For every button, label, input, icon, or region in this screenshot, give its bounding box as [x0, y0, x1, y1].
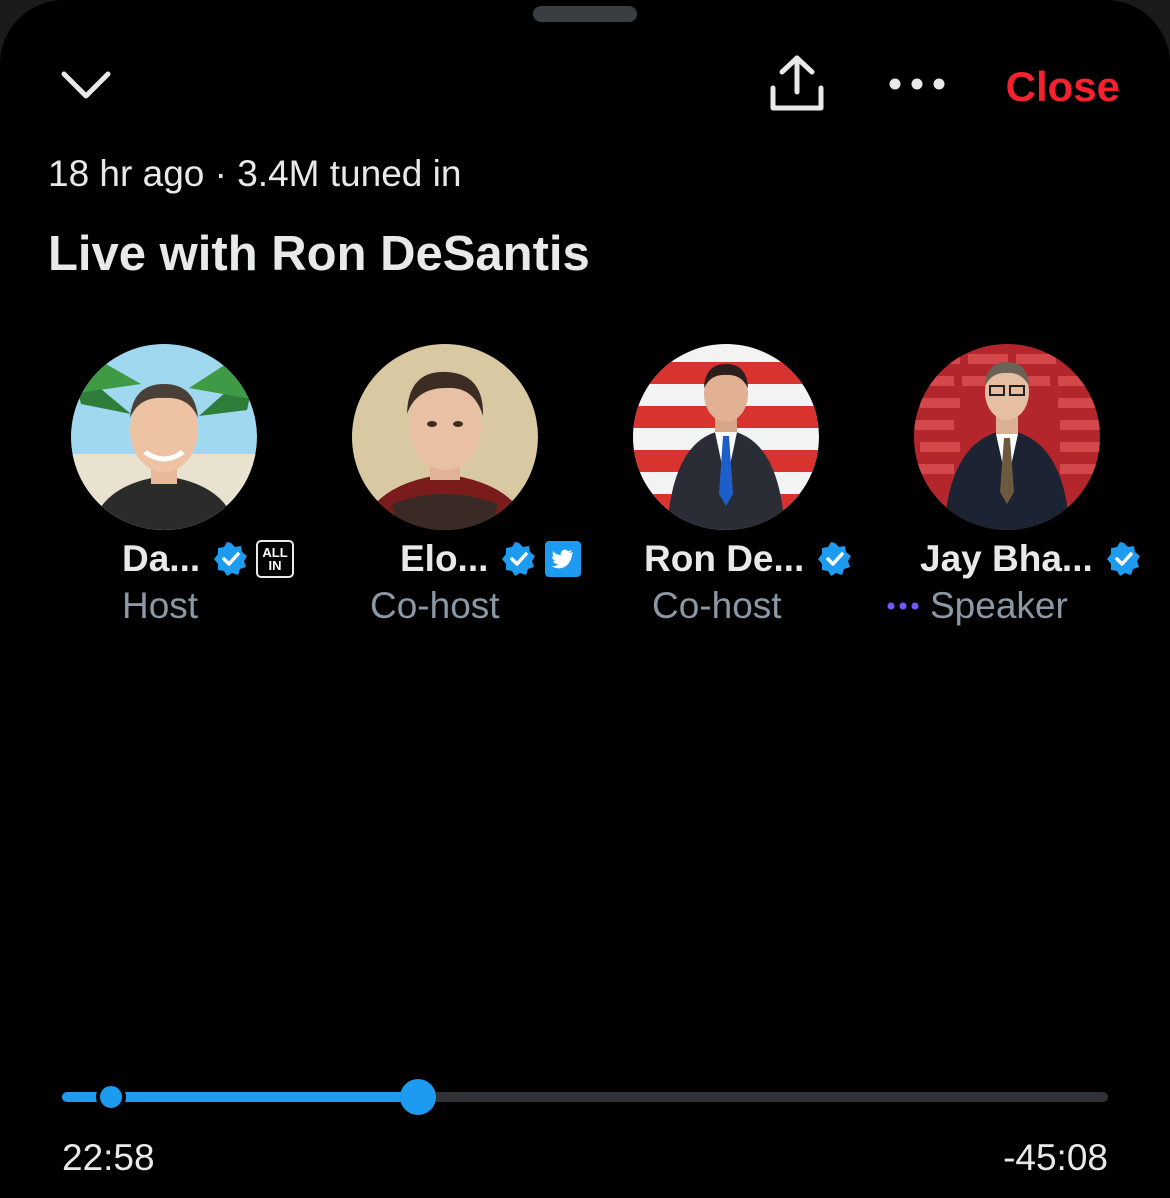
- affiliate-badge-all-in: ALL IN: [256, 540, 295, 578]
- speaker-2-role: Co-host: [370, 585, 500, 626]
- chevron-down-icon[interactable]: [56, 62, 116, 106]
- speaker-4-role: Speaker: [930, 585, 1068, 626]
- avatar-speaker-3[interactable]: [633, 344, 819, 530]
- speaker-4-role-row: Speaker: [886, 584, 1068, 628]
- playback-scrubber[interactable]: [62, 1079, 1108, 1115]
- avatar-speaker-1[interactable]: [71, 344, 257, 530]
- speaker-name: Da...: [122, 538, 201, 579]
- speaker-2-name-row[interactable]: Elo...: [400, 536, 582, 582]
- verified-badge-icon: [818, 542, 852, 576]
- close-button[interactable]: Close: [1006, 64, 1120, 110]
- space-title: Live with Ron DeSantis: [48, 227, 590, 281]
- avatar-speaker-2[interactable]: [352, 344, 538, 530]
- speaker-1-name-row[interactable]: Da... ALL IN: [122, 536, 295, 582]
- speaker-name: Ron De...: [644, 538, 805, 579]
- speaker-3-role: Co-host: [652, 585, 782, 626]
- speaker-3-name-row[interactable]: Ron De...: [644, 536, 852, 582]
- remaining-time: -45:08: [1003, 1137, 1108, 1178]
- elapsed-time: 22:58: [62, 1137, 155, 1178]
- sheet-grabber[interactable]: [533, 6, 637, 22]
- share-icon[interactable]: [764, 52, 830, 116]
- clip-start-marker[interactable]: [96, 1082, 127, 1112]
- twitter-bird-icon: [545, 541, 582, 577]
- verified-badge-icon: [502, 542, 536, 576]
- speaker-1-role: Host: [122, 585, 199, 626]
- speaker-4-name-row[interactable]: Jay Bha...: [920, 536, 1141, 582]
- verified-badge-icon: [214, 542, 248, 576]
- more-icon[interactable]: [884, 70, 950, 98]
- speaker-name: Jay Bha...: [920, 538, 1093, 579]
- scrubber-thumb[interactable]: [399, 1079, 436, 1115]
- space-meta: 18 hr ago · 3.4M tuned in: [48, 153, 462, 194]
- space-sheet: Close 18 hr ago · 3.4M tuned in Live wit…: [0, 0, 1170, 1198]
- speaking-indicator-icon: [887, 602, 919, 610]
- verified-badge-icon: [1106, 542, 1140, 576]
- speaker-name: Elo...: [400, 538, 489, 579]
- avatar-speaker-4[interactable]: [914, 344, 1100, 530]
